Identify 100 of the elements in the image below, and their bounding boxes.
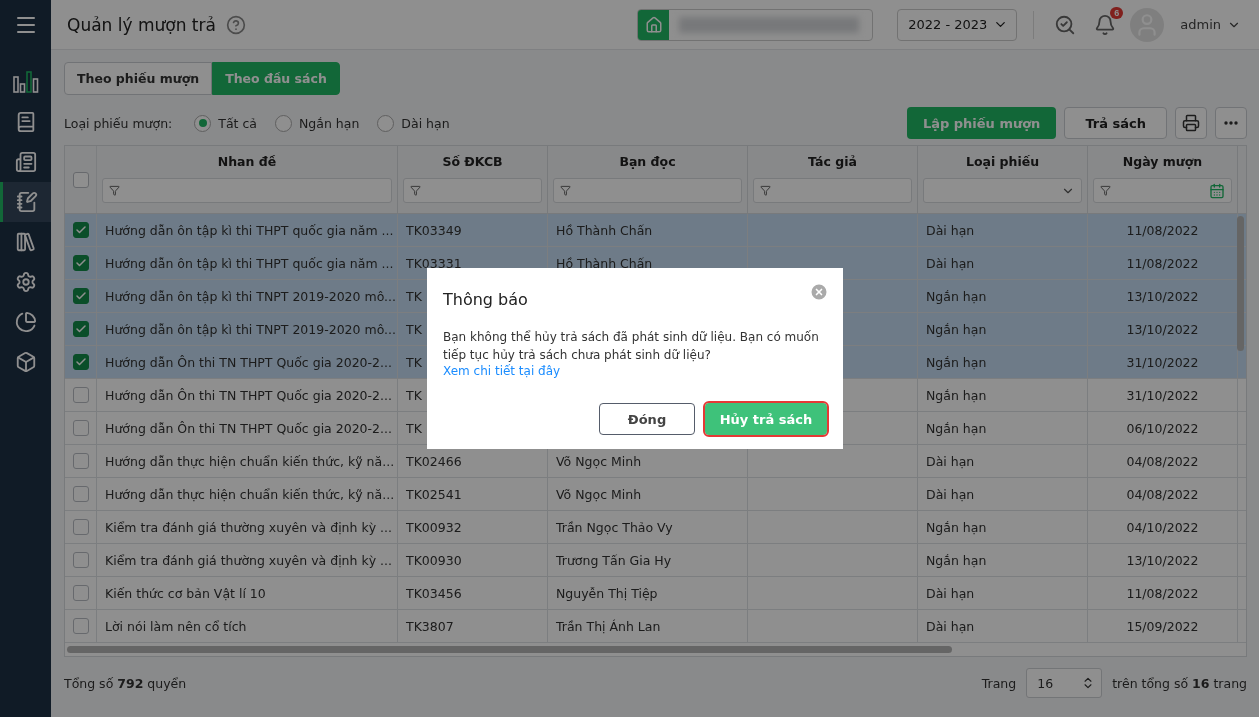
table-cell: Hồ Thành Chấn xyxy=(556,222,653,238)
table-cell: Dài hạn xyxy=(926,453,975,469)
table-cell: Kiểm tra đánh giá thường xuyên và định kỳ ... xyxy=(105,519,392,535)
table-cell: Dài hạn xyxy=(926,585,975,601)
home-icon xyxy=(644,15,663,34)
table-cell: 31/10/2022 xyxy=(1126,387,1199,403)
row-checkbox[interactable] xyxy=(72,255,89,271)
view-tab[interactable]: Theo phiếu mượn xyxy=(64,62,213,95)
table-cell: Võ Ngọc Minh xyxy=(556,453,642,469)
table-cell: TK00930 xyxy=(406,552,462,568)
radio-option[interactable]: Tất cả xyxy=(194,114,257,132)
more-button[interactable] xyxy=(1215,107,1247,139)
table-cell: TK xyxy=(406,420,422,436)
column-header: Số ĐKCB xyxy=(441,154,504,169)
table-cell: Hướng dẫn thực hiện chuẩn kiến thức, kỹ nă... xyxy=(105,453,395,469)
filter-field[interactable] xyxy=(102,178,392,203)
table-cell: 04/08/2022 xyxy=(1126,453,1199,469)
table-cell: 15/09/2022 xyxy=(1126,618,1199,634)
filter-icon xyxy=(410,185,421,196)
total-count: Tổng số 792 quyển xyxy=(64,675,187,691)
notification-button[interactable]: 6 xyxy=(1090,9,1121,40)
row-checkbox[interactable] xyxy=(72,387,89,403)
table-cell: 06/10/2022 xyxy=(1126,420,1199,436)
table-cell: Hướng dẫn Ôn thi TN THPT Quốc gia 2020-2... xyxy=(105,354,392,370)
table-cell: Hướng dẫn Ôn thi TN THPT Quốc gia 2020-2... xyxy=(105,420,392,436)
row-checkbox[interactable] xyxy=(72,552,89,568)
print-button[interactable] xyxy=(1175,107,1207,139)
radio-option[interactable]: Dài hạn xyxy=(377,114,450,132)
dialog-button[interactable]: Đóng xyxy=(599,403,695,435)
table-cell: Hồ Thành Chấn xyxy=(556,255,653,271)
row-checkbox[interactable] xyxy=(72,585,89,601)
table-cell: Trần Ngọc Thảo Vy xyxy=(556,519,673,535)
check-icon xyxy=(74,323,87,335)
filter-label: Loại phiếu mượn: xyxy=(64,115,173,131)
table-cell: Võ Ngọc Minh xyxy=(556,486,642,502)
newspaper-icon xyxy=(14,151,37,173)
sidebar-item[interactable] xyxy=(0,182,51,222)
table-cell: TK xyxy=(406,387,422,403)
settings-icon xyxy=(14,271,37,293)
filter-select[interactable] xyxy=(923,178,1082,203)
table-cell: TK02541 xyxy=(406,486,462,502)
table-cell: Dài hạn xyxy=(926,486,975,502)
return-button[interactable]: Trả sách xyxy=(1064,107,1167,139)
table-cell: Dài hạn xyxy=(926,255,975,271)
year-select[interactable]: 2022 - 2023 xyxy=(897,8,1018,41)
row-checkbox[interactable] xyxy=(72,486,89,502)
table-cell: 11/08/2022 xyxy=(1126,585,1199,601)
check-icon xyxy=(74,290,87,302)
table-cell: 11/08/2022 xyxy=(1126,255,1199,271)
user-menu[interactable]: admin xyxy=(1174,16,1247,33)
table-cell: Lời nói làm nên cổ tích xyxy=(105,618,247,634)
help-icon[interactable] xyxy=(225,14,246,35)
column-header: Nhan đề xyxy=(216,154,278,169)
table-cell: Dài hạn xyxy=(926,618,975,634)
search-icon xyxy=(1054,13,1077,36)
table-cell: 13/10/2022 xyxy=(1126,321,1199,337)
table-cell: TK00932 xyxy=(406,519,462,535)
filter-field[interactable] xyxy=(553,178,742,203)
row-checkbox[interactable] xyxy=(72,288,89,304)
filter-icon xyxy=(1100,185,1111,196)
table-cell: Ngắn hạn xyxy=(926,387,987,403)
page-field[interactable]: 16 xyxy=(1026,668,1103,698)
horizontal-scrollbar[interactable] xyxy=(67,646,952,653)
table-cell: Kiến thức cơ bản Vật lí 10 xyxy=(105,585,266,601)
table-cell: 04/08/2022 xyxy=(1126,486,1199,502)
page-label: Trang xyxy=(981,675,1017,691)
date-filter-field[interactable] xyxy=(1093,178,1232,203)
table-cell: Hướng dẫn thực hiện chuẩn kiến thức, kỹ nă... xyxy=(105,486,395,502)
row-checkbox[interactable] xyxy=(72,222,89,238)
row-checkbox[interactable] xyxy=(72,321,89,337)
table-cell: 04/10/2022 xyxy=(1126,519,1199,535)
filter-icon xyxy=(109,185,120,196)
vertical-scrollbar[interactable] xyxy=(1237,216,1244,351)
filter-field[interactable] xyxy=(753,178,912,203)
table-cell: 31/10/2022 xyxy=(1126,354,1199,370)
radio-option[interactable]: Ngắn hạn xyxy=(275,114,360,132)
printer-icon xyxy=(1182,114,1200,132)
check-icon xyxy=(74,224,87,236)
table-cell: Dài hạn xyxy=(926,222,975,238)
filter-icon xyxy=(760,185,771,196)
row-checkbox[interactable] xyxy=(72,354,89,370)
column-header: Ngày mượn xyxy=(1121,154,1204,169)
column-header: Tác giả xyxy=(807,154,858,169)
column-header: Bạn đọc xyxy=(618,154,677,169)
table-cell: 11/08/2022 xyxy=(1126,222,1199,238)
select-all-checkbox[interactable] xyxy=(72,171,89,188)
close-button[interactable] xyxy=(809,282,829,302)
details-link[interactable]: Xem chi tiết tại đây xyxy=(443,364,561,378)
table-cell: Hướng dẫn Ôn thi TN THPT Quốc gia 2020-2... xyxy=(105,387,392,403)
table-cell: Trần Thị Ánh Lan xyxy=(556,618,661,634)
check-icon xyxy=(74,257,87,269)
filter-field[interactable] xyxy=(403,178,542,203)
table-cell: TK03331 xyxy=(406,255,462,271)
school-selector[interactable] xyxy=(637,8,874,41)
row-checkbox[interactable] xyxy=(72,420,89,436)
table-cell: Ngắn hạn xyxy=(926,552,987,568)
row-checkbox[interactable] xyxy=(72,453,89,469)
pie-chart-icon xyxy=(14,311,37,333)
row-checkbox[interactable] xyxy=(72,618,89,634)
row-checkbox[interactable] xyxy=(72,519,89,535)
